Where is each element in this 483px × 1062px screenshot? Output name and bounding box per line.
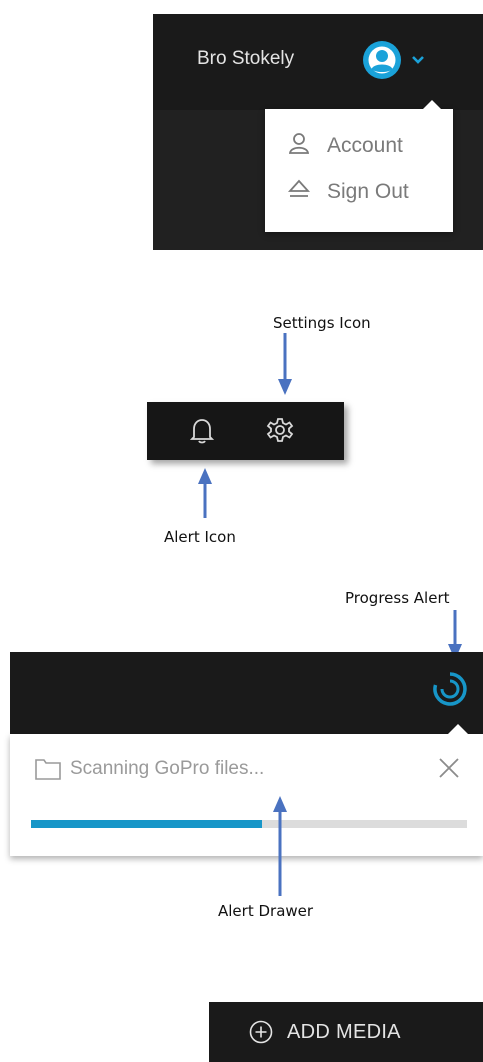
close-icon[interactable]: [437, 756, 461, 785]
menu-item-sign-out[interactable]: Sign Out: [287, 177, 409, 207]
menu-caret: [422, 100, 442, 110]
folder-icon: [35, 758, 61, 785]
callout-arrow: [198, 468, 212, 518]
alert-drawer: Scanning GoPro files...: [10, 724, 483, 856]
callout-arrow: [278, 333, 292, 395]
bell-icon[interactable]: [189, 417, 215, 449]
eject-icon: [287, 177, 311, 207]
account-header: Bro Stokely Account Sign Out: [153, 14, 483, 250]
menu-item-account[interactable]: Account: [287, 131, 403, 161]
user-name[interactable]: Bro Stokely: [197, 48, 294, 70]
alert-drawer-callout: Alert Drawer: [218, 902, 314, 920]
gear-icon[interactable]: [266, 416, 294, 449]
account-dropdown-menu: Account Sign Out: [265, 100, 453, 232]
chevron-down-icon[interactable]: [411, 52, 425, 70]
progress-alert-callout: Progress Alert: [345, 589, 450, 607]
plus-circle-icon: [249, 1020, 273, 1044]
alert-message: Scanning GoPro files...: [70, 758, 265, 779]
callout-arrow: [273, 796, 287, 896]
icon-toolbar: [147, 402, 344, 460]
spinner-icon[interactable]: [432, 671, 468, 712]
menu-item-label: Sign Out: [327, 180, 409, 203]
settings-icon-callout: Settings Icon: [273, 314, 371, 332]
menu-item-label: Account: [327, 134, 403, 157]
alert-icon-callout: Alert Icon: [164, 528, 236, 546]
drawer-caret: [447, 724, 469, 735]
user-avatar-icon[interactable]: [363, 41, 401, 79]
add-media-button[interactable]: ADD MEDIA: [209, 1002, 483, 1062]
add-media-label: ADD MEDIA: [287, 1020, 401, 1043]
progress-fill: [31, 820, 263, 828]
progress-track: [31, 820, 467, 828]
user-icon: [287, 131, 311, 161]
progress-header-bar: [10, 652, 483, 734]
